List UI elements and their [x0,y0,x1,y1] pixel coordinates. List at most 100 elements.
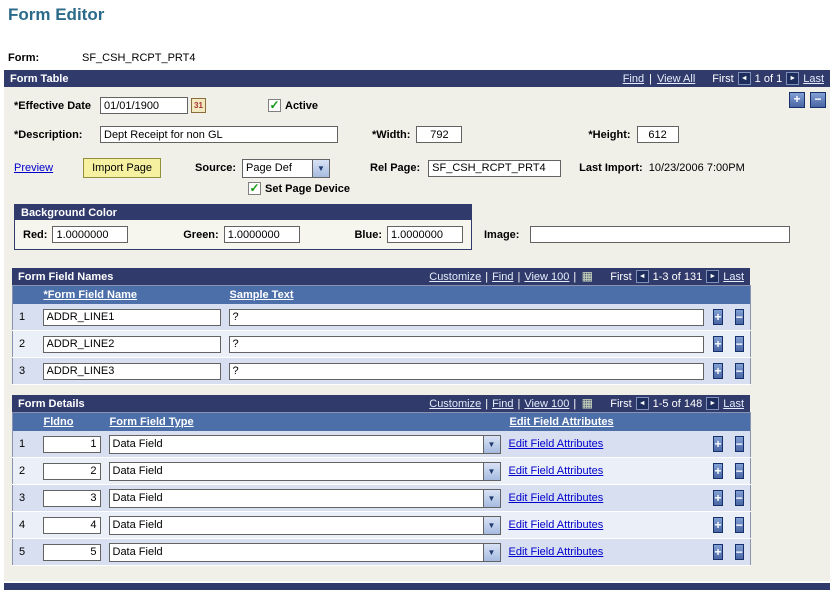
edit-field-attributes-header-link[interactable]: Edit Field Attributes [510,416,614,428]
row-number: 1 [12,431,39,458]
sample-text-input[interactable] [228,308,704,326]
delete-row-button[interactable]: − [734,516,744,533]
last-link[interactable]: Last [723,398,744,410]
preview-link[interactable]: Preview [14,162,53,174]
form-field-name-input[interactable] [42,335,221,353]
separator: | [485,397,489,410]
delete-row-button[interactable]: − [734,335,744,352]
form-field-type-sort-link[interactable]: Form Field Type [110,416,194,428]
form-field-name-sort-link[interactable]: *Form Field Name [44,289,138,301]
prev-arrow-button[interactable]: ◄ [737,72,751,85]
add-row-button[interactable]: + [713,462,723,479]
width-input[interactable] [416,126,463,143]
add-row-button[interactable]: + [713,308,723,325]
red-input[interactable] [52,226,129,243]
prev-arrow-button[interactable]: ◄ [635,270,649,283]
sample-text-input[interactable] [228,335,704,353]
form-field-name-input[interactable] [42,308,221,326]
add-row-button[interactable]: + [713,489,723,506]
sample-text-sort-link[interactable]: Sample Text [230,289,294,301]
form-field-type-value: Data Field [112,518,163,531]
calendar-icon[interactable]: 31 [191,98,206,113]
check-icon: ✓ [249,180,260,195]
add-row-button[interactable]: + [713,335,723,352]
edit-field-attributes-link[interactable]: Edit Field Attributes [509,492,604,504]
add-row-button[interactable]: + [713,543,723,560]
row-number: 2 [12,457,39,485]
edit-field-attributes-link[interactable]: Edit Field Attributes [509,465,604,477]
download-grid-icon[interactable]: ▦ [580,397,594,410]
delete-row-button[interactable]: − [734,489,744,506]
record-position: 1-3 of 131 [652,270,703,283]
effective-date-input[interactable] [100,97,188,114]
view-100-link[interactable]: View 100 [524,398,569,410]
find-link[interactable]: Find [492,398,513,410]
form-field-type-dropdown[interactable]: Data Field ▼ [108,461,501,481]
form-field-type-dropdown[interactable]: Data Field ▼ [108,515,501,535]
delete-row-button[interactable]: − [734,435,744,452]
next-arrow-button[interactable]: ► [706,270,720,283]
blue-input[interactable] [386,226,463,243]
customize-link[interactable]: Customize [429,398,481,410]
delete-row-button[interactable]: − [734,462,744,479]
add-row-button[interactable]: + [713,362,723,379]
form-details-title: Form Details [18,397,85,410]
source-dropdown[interactable]: Page Def ▼ [242,158,331,178]
find-link[interactable]: Find [623,73,644,85]
image-field-row: Image: [484,226,790,243]
last-import-label: Last Import: [579,162,643,174]
separator: | [573,270,577,283]
customize-link[interactable]: Customize [429,271,481,283]
height-input[interactable] [636,126,679,143]
fldno-input[interactable] [42,462,101,480]
edit-field-attributes-link[interactable]: Edit Field Attributes [509,546,604,558]
fldno-input[interactable] [42,516,101,534]
form-field-type-dropdown[interactable]: Data Field ▼ [108,434,501,454]
form-field-type-dropdown[interactable]: Data Field ▼ [108,488,501,508]
last-link[interactable]: Last [803,73,824,85]
next-arrow-button[interactable]: ► [786,72,800,85]
sample-text-input[interactable] [228,362,704,380]
set-page-device-row: ✓ Set Page Device [248,182,350,195]
form-field-name-input[interactable] [42,362,221,380]
description-input[interactable] [100,126,338,143]
prev-arrow-button[interactable]: ◄ [635,397,649,410]
rel-page-input[interactable] [428,159,562,177]
fldno-sort-link[interactable]: Fldno [44,416,74,428]
form-table-title: Form Table [10,72,69,85]
delete-row-button[interactable]: − [810,92,826,108]
next-arrow-button[interactable]: ► [706,397,720,410]
last-link[interactable]: Last [723,271,744,283]
form-field-names-table: *Form Field Name Sample Text 1 + − [12,285,751,385]
set-page-device-checkbox[interactable]: ✓ [248,182,261,195]
delete-row-button[interactable]: − [734,308,744,325]
active-checkbox-group: ✓ Active [268,99,318,112]
separator: | [485,270,489,283]
view-100-link[interactable]: View 100 [524,271,569,283]
import-page-button[interactable]: Import Page [83,158,162,178]
active-checkbox[interactable]: ✓ [268,99,281,112]
fldno-input[interactable] [42,489,101,507]
fldno-input[interactable] [42,435,101,453]
active-label: Active [285,99,319,112]
delete-row-button[interactable]: − [734,362,744,379]
edit-field-attributes-link[interactable]: Edit Field Attributes [509,519,604,531]
delete-row-button[interactable]: − [734,543,744,560]
add-row-button[interactable]: + [713,435,723,452]
green-input[interactable] [223,226,300,243]
add-row-button[interactable]: + [713,516,723,533]
table-row: 2 + − [12,330,751,358]
edit-field-attributes-link[interactable]: Edit Field Attributes [509,438,604,450]
row-number: 5 [12,538,39,566]
dropdown-arrow-icon: ▼ [482,435,500,453]
fldno-input[interactable] [42,543,101,561]
image-input[interactable] [530,226,790,243]
table-row: 3 + − [12,357,751,385]
find-link[interactable]: Find [492,271,513,283]
edit-field-attributes-header: Edit Field Attributes [504,412,708,431]
view-all-link[interactable]: View All [657,73,695,85]
form-field-type-dropdown[interactable]: Data Field ▼ [108,542,501,562]
add-row-button[interactable]: + [789,92,805,108]
download-grid-icon[interactable]: ▦ [580,270,594,283]
record-position: 1-5 of 148 [652,397,703,410]
